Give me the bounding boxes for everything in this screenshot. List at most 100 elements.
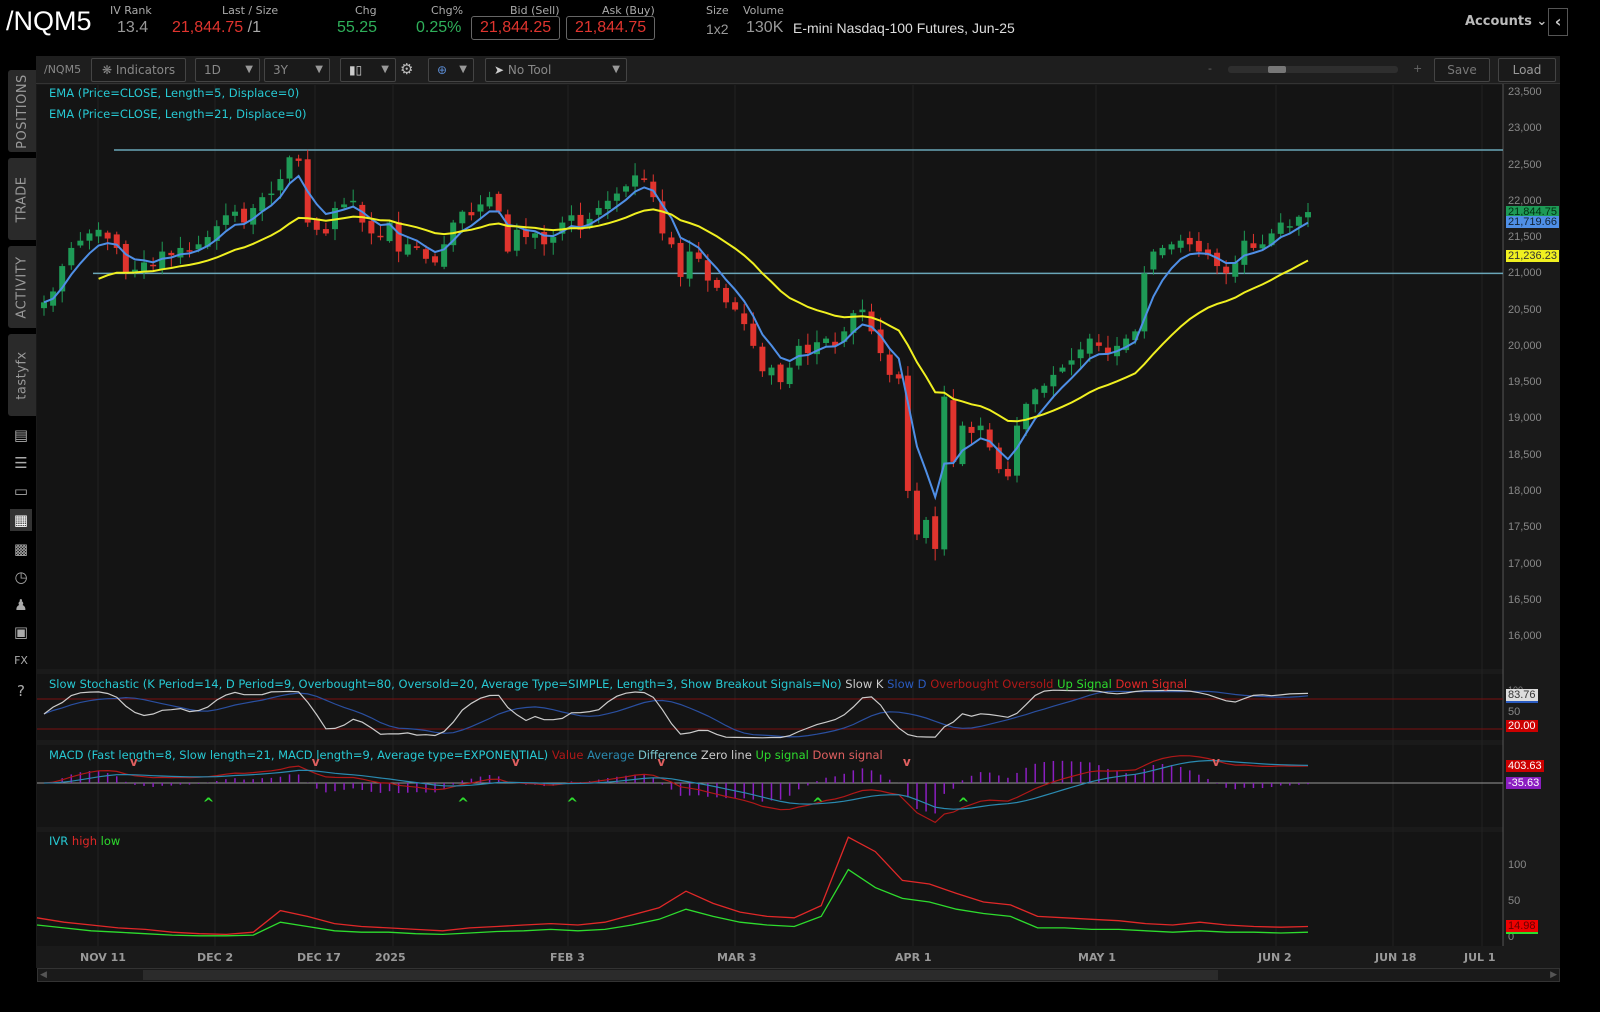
candle-body <box>1041 386 1047 393</box>
candle-body <box>732 302 738 309</box>
oversold-tag: 20.00 <box>1506 720 1538 732</box>
ivr-axis-50: 50 <box>1508 895 1520 907</box>
candle-body <box>1196 241 1202 252</box>
candle-body <box>1059 368 1065 372</box>
candle-body <box>1287 226 1293 228</box>
candle-body <box>787 368 793 384</box>
candle-body <box>168 253 174 255</box>
price-axis-label: 16,000 <box>1508 630 1542 642</box>
candle-body <box>277 179 283 190</box>
price-axis-label: 22,500 <box>1508 159 1542 171</box>
candle-body <box>687 252 693 279</box>
candle-body <box>705 260 711 280</box>
legend-up-signal: Up signal <box>755 748 808 762</box>
price-axis-label: 17,000 <box>1508 558 1542 570</box>
legend-average: Average <box>587 748 634 762</box>
price-axis-label: 23,500 <box>1508 86 1542 98</box>
candle-body <box>1278 223 1284 234</box>
date-axis-label: DEC 2 <box>197 951 233 964</box>
legend-overbought: Overbought <box>930 677 998 691</box>
candle-body <box>969 427 975 433</box>
price-axis-label: 17,500 <box>1508 521 1542 533</box>
scrollbar-thumb[interactable] <box>143 970 1218 980</box>
down-signal-icon: v <box>1212 755 1220 769</box>
up-signal-icon: ^ <box>957 796 969 812</box>
date-axis-label: FEB 3 <box>550 951 585 964</box>
ivr-title: IVR <box>49 834 68 848</box>
legend-up-signal: Up Signal <box>1057 677 1112 691</box>
horizontal-scrollbar[interactable]: ◀ ▶ <box>37 968 1560 982</box>
legend-difference: Difference <box>638 748 697 762</box>
candle-body <box>923 520 929 538</box>
candle-body <box>714 280 720 288</box>
candle-body <box>805 345 811 353</box>
candle-body <box>678 243 684 277</box>
ivr-tag: 14.98 <box>1506 920 1538 934</box>
slow-k-tag: 83.76 <box>1506 689 1538 703</box>
up-signal-icon: ^ <box>566 796 578 812</box>
candle-body <box>1169 244 1175 249</box>
stochastic-legend: Slow Stochastic (K Period=14, D Period=9… <box>49 677 1187 691</box>
candle-body <box>1250 243 1256 248</box>
legend-down-signal: Down Signal <box>1115 677 1187 691</box>
candle-body <box>759 347 765 372</box>
candle-body <box>1150 252 1156 270</box>
candle-body <box>623 186 629 191</box>
candle-body <box>323 229 329 233</box>
candle-body <box>1078 349 1084 358</box>
price-axis-label: 16,500 <box>1508 594 1542 606</box>
candle-body <box>887 355 893 375</box>
candle-body <box>505 214 511 251</box>
price-axis-label: 18,500 <box>1508 449 1542 461</box>
candle-body <box>614 194 620 201</box>
candle-body <box>1232 262 1238 276</box>
price-chart[interactable]: v^v^v^v^v^v <box>0 0 1600 1012</box>
scroll-right-icon[interactable]: ▶ <box>1550 970 1557 980</box>
candle-body <box>532 233 538 237</box>
candle-body <box>1032 389 1038 404</box>
candle-body <box>341 204 347 207</box>
price-axis-label: 22,000 <box>1508 195 1542 207</box>
legend-value: Value <box>552 748 584 762</box>
date-axis-label: JUL 1 <box>1464 951 1496 964</box>
candle-body <box>1023 404 1029 429</box>
candle-body <box>423 249 429 259</box>
candle-body <box>468 212 474 215</box>
candle-body <box>223 215 229 225</box>
price-axis-label: 19,500 <box>1508 376 1542 388</box>
candle-body <box>550 237 556 243</box>
price-axis-label: 19,000 <box>1508 412 1542 424</box>
ivr-axis-100: 100 <box>1508 859 1526 871</box>
candle-body <box>477 204 483 211</box>
legend-down-signal: Down signal <box>812 748 882 762</box>
stoch-title: Slow Stochastic (K Period=14, D Period=9… <box>49 677 842 691</box>
ema21-price-tag: 21,236.23 <box>1506 250 1559 262</box>
price-axis-label: 18,000 <box>1508 485 1542 497</box>
date-axis-label: MAR 3 <box>717 951 756 964</box>
macd-title: MACD (Fast length=8, Slow length=21, MAC… <box>49 748 548 762</box>
candle-body <box>932 516 938 549</box>
price-axis-label: 21,000 <box>1508 267 1542 279</box>
date-axis-label: 2025 <box>375 951 406 964</box>
candle-body <box>859 310 865 313</box>
candle-body <box>959 426 965 464</box>
legend-slow-d: Slow D <box>887 677 926 691</box>
candle-body <box>750 324 756 346</box>
candle-body <box>605 201 611 209</box>
ema5-legend: EMA (Price=CLOSE, Length=5, Displace=0) <box>49 86 299 100</box>
candle-body <box>1087 339 1093 354</box>
candle-body <box>287 157 293 178</box>
candle-body <box>86 233 92 240</box>
candle-body <box>768 368 774 376</box>
candle-body <box>514 230 520 251</box>
legend-low: low <box>101 834 121 848</box>
date-axis-label: APR 1 <box>895 951 932 964</box>
candle-body <box>68 248 74 265</box>
candle-body <box>568 215 574 220</box>
candle-body <box>641 178 647 180</box>
scroll-left-icon[interactable]: ◀ <box>40 970 47 980</box>
candle-body <box>432 256 438 262</box>
macd-diff-tag: -35.63 <box>1506 777 1541 789</box>
candle-body <box>232 212 238 216</box>
price-axis-label: 20,500 <box>1508 304 1542 316</box>
